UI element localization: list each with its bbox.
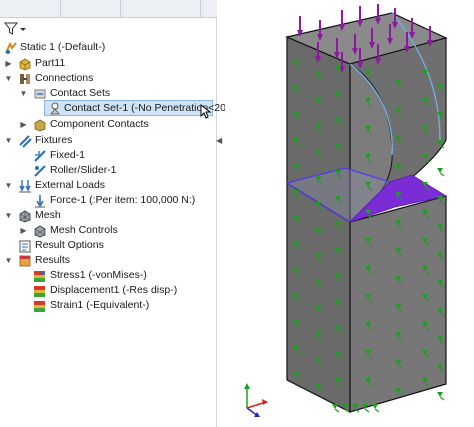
tree-label: Component Contacts xyxy=(50,118,149,130)
component-contacts-icon xyxy=(34,119,46,132)
tree-label: External Loads xyxy=(35,179,106,191)
tree-label: Displacement1 (-Res disp-) xyxy=(50,284,178,296)
collapse-arrow-icon[interactable]: ▼ xyxy=(4,178,13,193)
panel-collapse-arrow-icon[interactable]: ◀ xyxy=(216,136,224,148)
tree-label: Roller/Slider-1 xyxy=(50,164,117,176)
tree-label: Static 1 (-Default-) xyxy=(20,41,106,53)
fixture-arrow-icon xyxy=(437,168,445,177)
collapse-arrow-icon[interactable]: ▼ xyxy=(4,133,13,148)
fixture-arrow-icon xyxy=(437,392,445,401)
contact-set-icon xyxy=(50,102,60,115)
expand-arrow-icon[interactable]: ▶ xyxy=(19,223,28,238)
static-study-icon xyxy=(5,41,17,54)
stress-plot-icon xyxy=(34,271,45,282)
fixtures-icon xyxy=(19,135,32,148)
tree-item-strain1[interactable]: Strain1 (-Equivalent-) xyxy=(2,298,212,313)
fixture-arrow-icon xyxy=(372,404,380,413)
tree-label: Part11 xyxy=(35,57,66,69)
fixed-geometry-icon xyxy=(34,150,46,162)
tab-separator xyxy=(60,0,61,17)
tree-item-roller-slider-1[interactable]: Roller/Slider-1 xyxy=(2,163,212,178)
tree-item-component-contacts[interactable]: ▶ Component Contacts xyxy=(2,117,212,132)
tree-item-connections[interactable]: ▼ Connections xyxy=(2,71,212,86)
mesh-controls-icon xyxy=(34,225,46,238)
tree-label: Results xyxy=(35,254,71,266)
connections-icon xyxy=(20,74,30,84)
strain-plot-icon xyxy=(34,301,45,312)
collapse-arrow-icon[interactable]: ▼ xyxy=(4,253,13,268)
tree-label: Connections xyxy=(35,72,94,84)
tree-item-external-loads[interactable]: ▼ External Loads xyxy=(2,178,212,193)
tree-item-part[interactable]: ▶ Part11 xyxy=(2,56,212,71)
tree-item-static-study[interactable]: Static 1 (-Default-) xyxy=(2,40,212,55)
tree-item-mesh-controls[interactable]: ▶ Mesh Controls xyxy=(2,223,212,238)
graphics-viewport[interactable]: + xyxy=(225,0,474,427)
external-loads-icon xyxy=(19,180,31,193)
tree-item-results[interactable]: ▼ Results xyxy=(2,253,212,268)
tree-label: Mesh xyxy=(35,209,61,221)
filter-icon[interactable] xyxy=(4,22,26,36)
force-icon xyxy=(35,195,45,208)
tree-item-contact-sets[interactable]: ▼ Contact Sets xyxy=(2,86,212,101)
tree-label: Fixed-1 xyxy=(50,149,86,161)
tab-separator xyxy=(200,0,201,17)
collapse-arrow-icon[interactable]: ▼ xyxy=(19,86,28,101)
roller-slider-icon xyxy=(34,165,46,177)
tree-item-contact-set-1[interactable]: Contact Set-1 (-No Penetration<2020>-) xyxy=(44,100,251,116)
tree-label: Result Options xyxy=(35,239,104,251)
tree-label: Stress1 (-vonMises-) xyxy=(50,269,147,281)
tab-separator xyxy=(120,0,121,17)
results-icon xyxy=(19,255,31,267)
displacement-plot-icon xyxy=(34,286,45,297)
tree-label: Contact Set-1 (-No Penetration<2020>-) xyxy=(64,102,251,114)
contact-sets-icon xyxy=(34,89,46,99)
result-options-icon xyxy=(19,240,31,253)
feature-tree-panel: Static 1 (-Default-) ▶ Part11 ▼ Connecti… xyxy=(0,0,251,427)
tree-label: Fixtures xyxy=(35,134,73,146)
mesh-icon xyxy=(19,210,31,223)
tree-label: Contact Sets xyxy=(50,87,111,99)
tree-label: Force-1 (:Per item: 100,000 N:) xyxy=(50,194,196,206)
panel-tab-strip xyxy=(0,0,217,18)
face-marker: + xyxy=(390,145,395,154)
expand-arrow-icon[interactable]: ▶ xyxy=(4,56,13,71)
tree-item-displacement1[interactable]: Displacement1 (-Res disp-) xyxy=(2,283,212,298)
filter-bar xyxy=(0,19,217,39)
tree-item-mesh[interactable]: ▼ Mesh xyxy=(2,208,212,223)
tree-label: Mesh Controls xyxy=(50,224,118,236)
tree-item-force-1[interactable]: Force-1 (:Per item: 100,000 N:) xyxy=(2,193,212,208)
tree-item-result-options[interactable]: Result Options xyxy=(2,238,212,253)
expand-arrow-icon[interactable]: ▶ xyxy=(19,117,28,132)
coordinate-triad-icon xyxy=(244,383,268,417)
tree-item-stress1[interactable]: Stress1 (-vonMises-) xyxy=(2,268,212,283)
collapse-arrow-icon[interactable]: ▼ xyxy=(4,71,13,86)
tree-item-fixtures[interactable]: ▼ Fixtures xyxy=(2,133,212,148)
tree-label: Strain1 (-Equivalent-) xyxy=(50,299,150,311)
collapse-arrow-icon[interactable]: ▼ xyxy=(4,208,13,223)
part-icon xyxy=(19,58,31,71)
tree-item-fixed-1[interactable]: Fixed-1 xyxy=(2,148,212,163)
